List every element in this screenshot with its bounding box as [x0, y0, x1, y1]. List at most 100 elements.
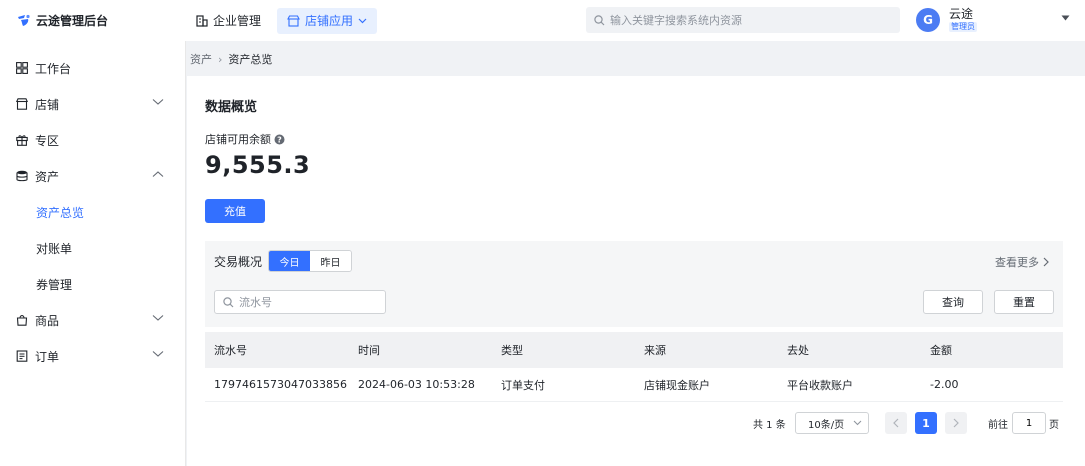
database-icon — [16, 170, 28, 182]
chevron-right-icon — [1043, 257, 1049, 267]
brand[interactable]: 云途管理后台 — [0, 12, 186, 29]
chevron-down-icon — [853, 420, 862, 426]
search-input[interactable] — [610, 13, 890, 27]
goto-page-input[interactable] — [1012, 412, 1046, 434]
date-segment: 今日 昨日 — [268, 250, 353, 272]
table-cell: -2.00 — [930, 378, 959, 391]
user-name: 云途 — [949, 7, 974, 21]
breadcrumb-current: 资产总览 — [228, 53, 273, 66]
search-icon — [594, 14, 605, 25]
sidebar-item-label: 资产总览 — [36, 205, 85, 220]
balance-label: 店铺可用余额 ? — [205, 131, 285, 147]
sidebar-item-shop[interactable]: 店铺 — [0, 86, 186, 122]
transaction-header: 交易概况 今日 昨日 查看更多 — [205, 241, 1063, 281]
topnav-store-apps[interactable]: 店铺应用 — [277, 7, 378, 34]
breadcrumb: 资产 › 资产总览 — [190, 51, 272, 67]
table-cell: 店铺现金账户 — [644, 378, 710, 392]
bag-icon — [16, 315, 28, 326]
recharge-button[interactable]: 充值 — [205, 199, 265, 223]
balance-label-text: 店铺可用余额 — [205, 133, 271, 146]
sidebar-item-products[interactable]: 商品 — [0, 302, 186, 338]
caret-down-icon[interactable] — [1061, 15, 1070, 21]
sidebar-item-assets[interactable]: 资产 — [0, 158, 186, 194]
topnav-store-apps-label: 店铺应用 — [305, 14, 354, 28]
balance-value: 9,555.3 — [205, 151, 311, 179]
page-size-select[interactable]: 10条/页 — [795, 412, 869, 434]
chevron-down-icon — [152, 351, 164, 357]
shop-icon — [16, 98, 28, 110]
sidebar-item-label: 专区 — [35, 133, 60, 148]
sidebar-item-label: 资产 — [35, 169, 60, 184]
sidebar-item-label: 券管理 — [36, 277, 73, 292]
chevron-down-icon — [152, 315, 164, 321]
view-more-link[interactable]: 查看更多 — [995, 254, 1049, 270]
table-cell: 2024-06-03 10:53:28 — [358, 378, 475, 391]
page-suffix: 页 — [1049, 420, 1059, 431]
query-button[interactable]: 查询 — [923, 290, 983, 314]
sidebar-item-statement[interactable]: 对账单 — [0, 230, 186, 266]
store-icon — [287, 14, 300, 27]
sidebar-item-asset-overview[interactable]: 资产总览 — [0, 194, 186, 230]
user-role-badge: 管理员 — [949, 22, 977, 32]
search-icon — [223, 296, 234, 307]
chevron-left-icon — [893, 418, 899, 428]
sidebar-item-label: 订单 — [35, 349, 60, 364]
chevron-up-icon — [152, 171, 164, 177]
sidebar-item-label: 商品 — [35, 313, 60, 328]
prev-page-button[interactable] — [885, 412, 907, 434]
sidebar-item-label: 工作台 — [35, 61, 72, 76]
column-header: 来源 — [644, 344, 666, 357]
sidebar-item-label: 店铺 — [35, 97, 60, 112]
column-header: 类型 — [501, 344, 523, 357]
transaction-title: 交易概况 — [214, 254, 263, 269]
table-cell: 订单支付 — [501, 378, 545, 392]
avatar[interactable]: G — [916, 8, 940, 32]
column-header: 时间 — [358, 344, 380, 357]
top-bar: 云途管理后台 企业管理 店铺应用 输入关键字搜索系统内资源 G 云途 管理员 — [0, 0, 1085, 41]
breadcrumb-parent[interactable]: 资产 — [190, 51, 212, 67]
next-page-button[interactable] — [945, 412, 967, 434]
user-menu[interactable]: G 云途 管理员 — [916, 7, 977, 33]
page-title: 数据概览 — [205, 100, 258, 115]
table-header: 流水号 时间 类型 来源 去处 金额 — [205, 332, 1063, 368]
tab-yesterday[interactable]: 昨日 — [310, 251, 352, 271]
gift-icon — [16, 135, 28, 146]
help-icon[interactable]: ? — [274, 134, 285, 145]
sidebar-item-coupons[interactable]: 券管理 — [0, 266, 186, 302]
total-count: 共 1 条 — [753, 420, 786, 431]
building-icon — [196, 14, 208, 27]
svg-text:?: ? — [277, 135, 282, 144]
sidebar: 工作台 店铺 专区 资产 资产总览 对账单 券管理 商品 订单 — [0, 41, 186, 466]
chevron-down-icon — [358, 18, 367, 23]
logo-icon — [18, 14, 30, 26]
sidebar-item-orders[interactable]: 订单 — [0, 338, 186, 374]
tab-today[interactable]: 今日 — [269, 251, 311, 271]
breadcrumb-separator-icon: › — [218, 52, 223, 66]
chevron-down-icon — [152, 99, 164, 105]
serial-input[interactable] — [239, 295, 379, 309]
dashboard-icon — [16, 62, 28, 74]
top-nav: 企业管理 店铺应用 — [186, 0, 383, 41]
table-row[interactable]: 1797461573047033856 2024-06-03 10:53:28 … — [205, 368, 1063, 402]
global-search[interactable] — [586, 7, 900, 33]
order-icon — [16, 350, 28, 362]
view-more-label: 查看更多 — [995, 256, 1039, 269]
filter-bar: 查询 重置 — [205, 281, 1063, 327]
sidebar-item-label: 对账单 — [36, 241, 73, 256]
column-header: 金额 — [930, 344, 952, 357]
topnav-enterprise[interactable]: 企业管理 — [186, 8, 271, 34]
reset-button[interactable]: 重置 — [994, 290, 1054, 314]
page-size-label: 10条/页 — [808, 419, 845, 431]
page-number-button[interactable]: 1 — [915, 412, 937, 434]
topnav-enterprise-label: 企业管理 — [213, 14, 262, 28]
sidebar-item-workbench[interactable]: 工作台 — [0, 50, 186, 86]
sidebar-item-zone[interactable]: 专区 — [0, 122, 186, 158]
column-header: 流水号 — [214, 344, 247, 357]
main-panel: 数据概览 店铺可用余额 ? 9,555.3 充值 交易概况 今日 昨日 查看更多 — [187, 76, 1085, 466]
table-cell: 1797461573047033856 — [214, 378, 347, 391]
chevron-right-icon — [953, 418, 959, 428]
column-header: 去处 — [787, 344, 809, 357]
pagination: 共 1 条 10条/页 1 前往 页 — [187, 412, 1085, 434]
serial-search[interactable] — [214, 290, 386, 314]
brand-name: 云途管理后台 — [36, 14, 109, 28]
